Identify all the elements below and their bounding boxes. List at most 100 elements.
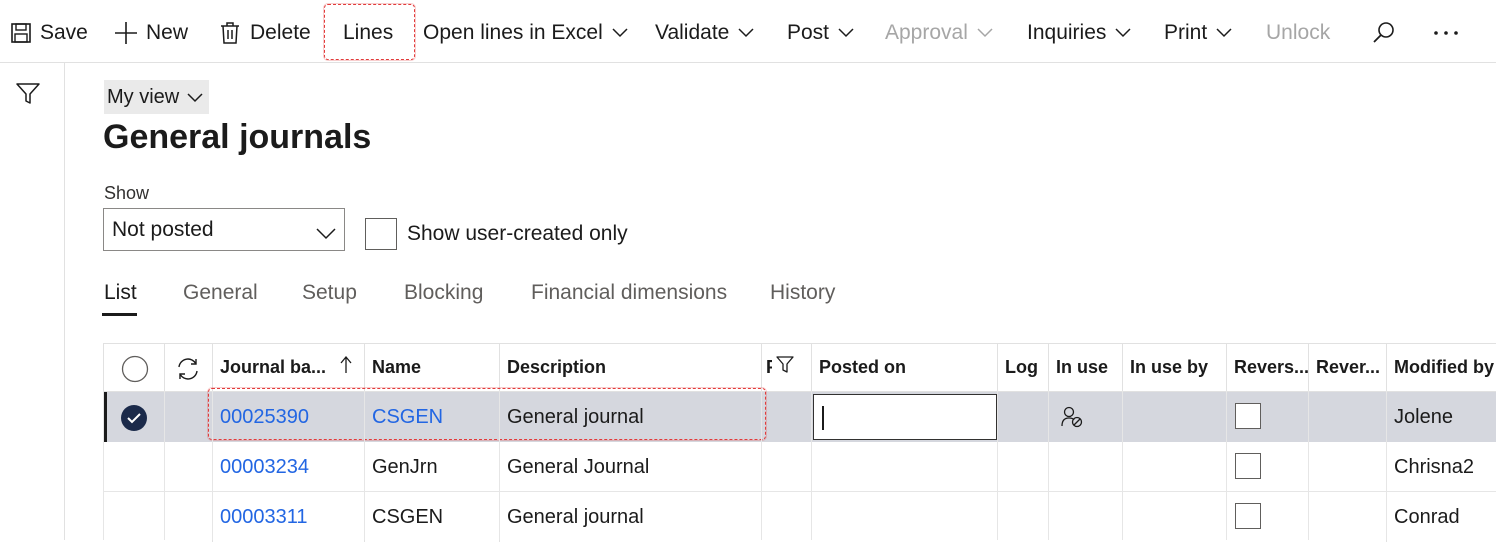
new-button[interactable]: New [114, 16, 188, 50]
modified-by-cell: Jolene [1386, 392, 1496, 442]
grid-line [1122, 391, 1123, 540]
unlock-button[interactable]: Unlock [1266, 16, 1330, 50]
active-tab-indicator [102, 313, 137, 316]
row-highlight [208, 388, 766, 440]
header-modified-by[interactable]: Modified by [1386, 343, 1496, 391]
chevron-down-icon [738, 28, 754, 38]
chevron-down-icon [977, 28, 993, 38]
filter-rail [0, 63, 65, 540]
chevron-down-icon [612, 28, 628, 38]
unlock-label: Unlock [1266, 21, 1331, 44]
row-selected-checkmark-icon[interactable] [120, 404, 148, 437]
modified-by-cell: Conrad [1386, 492, 1496, 542]
header-journal-batch-label: Journal ba... [220, 357, 327, 377]
lines-highlight [324, 4, 415, 60]
validate-label: Validate [655, 21, 730, 44]
tab-general[interactable]: General [183, 281, 258, 305]
grid-line [364, 391, 365, 540]
journal-batch-link[interactable]: 00003234 [212, 442, 364, 492]
user-created-label: Show user-created only [407, 222, 628, 245]
header-posted-on[interactable]: Posted on [811, 343, 997, 391]
refresh-icon[interactable] [176, 357, 200, 386]
print-button[interactable]: Print [1164, 16, 1232, 50]
reverse-checkbox[interactable] [1235, 503, 1261, 529]
chevron-down-icon [1216, 28, 1232, 38]
new-label: New [146, 21, 189, 44]
plus-icon [114, 21, 138, 45]
grid-line [1308, 391, 1309, 540]
grid-line [499, 391, 500, 540]
view-label: My view [107, 85, 180, 108]
reverse-checkbox[interactable] [1235, 403, 1261, 429]
header-posted-flag-label: P [766, 357, 772, 378]
search-button[interactable] [1372, 16, 1396, 50]
validate-button[interactable]: Validate [655, 16, 754, 50]
tab-history[interactable]: History [770, 281, 835, 305]
reverse-checkbox[interactable] [1235, 453, 1261, 479]
select-all-header[interactable] [103, 343, 164, 391]
header-reverse-2[interactable]: Rever... [1308, 343, 1386, 391]
header-in-use[interactable]: In use [1048, 343, 1122, 391]
user-lock-icon [1061, 406, 1085, 433]
description-cell[interactable]: General Journal [499, 442, 761, 492]
grid-line [997, 391, 998, 540]
posted-on-input[interactable] [813, 394, 997, 440]
tab-financial-dimensions[interactable]: Financial dimensions [531, 281, 727, 305]
header-journal-batch[interactable]: Journal ba... [212, 343, 364, 391]
show-select[interactable]: Not posted [103, 208, 345, 251]
show-value: Not posted [112, 217, 214, 241]
open-lines-excel-button[interactable]: Open lines in Excel [423, 16, 628, 50]
journals-grid: Journal ba... Name Description P Posted … [103, 343, 1496, 542]
grid-line [212, 391, 213, 540]
delete-label: Delete [250, 21, 311, 44]
user-created-checkbox[interactable] [365, 218, 397, 250]
show-label: Show [104, 183, 150, 203]
description-cell[interactable]: General journal [499, 492, 761, 542]
header-posted-flag[interactable]: P [761, 343, 811, 391]
grid-line [1226, 391, 1227, 540]
approval-button[interactable]: Approval [885, 16, 993, 50]
approval-label: Approval [885, 21, 968, 44]
chevron-down-icon [187, 86, 203, 109]
name-cell[interactable]: CSGEN [364, 492, 499, 542]
header-name[interactable]: Name [364, 343, 499, 391]
delete-button[interactable]: Delete [219, 16, 311, 50]
inquiries-label: Inquiries [1027, 21, 1107, 44]
select-all-radio[interactable] [121, 355, 149, 388]
post-button[interactable]: Post [787, 16, 854, 50]
grid-line [103, 391, 104, 540]
print-label: Print [1164, 21, 1208, 44]
name-cell[interactable]: GenJrn [364, 442, 499, 492]
header-reverse-1[interactable]: Revers... [1226, 343, 1309, 391]
open-lines-excel-label: Open lines in Excel [423, 21, 603, 44]
refresh-header[interactable] [164, 343, 212, 391]
action-pane: Save New Delete Lines Open lines in Exce… [0, 0, 1496, 63]
filter-icon[interactable] [16, 83, 40, 110]
view-selector[interactable]: My view [104, 80, 210, 114]
save-icon [10, 22, 32, 44]
grid-line [164, 391, 165, 540]
save-label: Save [40, 21, 88, 44]
modified-by-cell: Chrisna2 [1386, 442, 1496, 492]
journal-batch-link[interactable]: 00003311 [212, 492, 364, 542]
chevron-down-icon [1115, 28, 1131, 38]
grid-line [1386, 391, 1387, 540]
header-log[interactable]: Log [997, 343, 1048, 391]
trash-icon [219, 21, 241, 45]
chevron-down-icon [838, 28, 854, 38]
grid-line [761, 391, 762, 540]
post-label: Post [787, 21, 830, 44]
table-row[interactable]: 00003234 GenJrn General Journal Chrisna2 [103, 442, 1496, 492]
tab-blocking[interactable]: Blocking [404, 281, 483, 305]
header-in-use-by[interactable]: In use by [1122, 343, 1226, 391]
save-button[interactable]: Save [10, 16, 88, 50]
tab-setup[interactable]: Setup [302, 281, 357, 305]
tab-list[interactable]: List [104, 281, 137, 305]
more-icon [1433, 30, 1459, 36]
inquiries-button[interactable]: Inquiries [1027, 16, 1131, 50]
table-row[interactable]: 00003311 CSGEN General journal Conrad [103, 492, 1496, 542]
sort-ascending-icon [340, 355, 352, 379]
filter-icon[interactable] [776, 356, 794, 379]
more-options-button[interactable] [1433, 16, 1459, 50]
header-description[interactable]: Description [499, 343, 761, 391]
